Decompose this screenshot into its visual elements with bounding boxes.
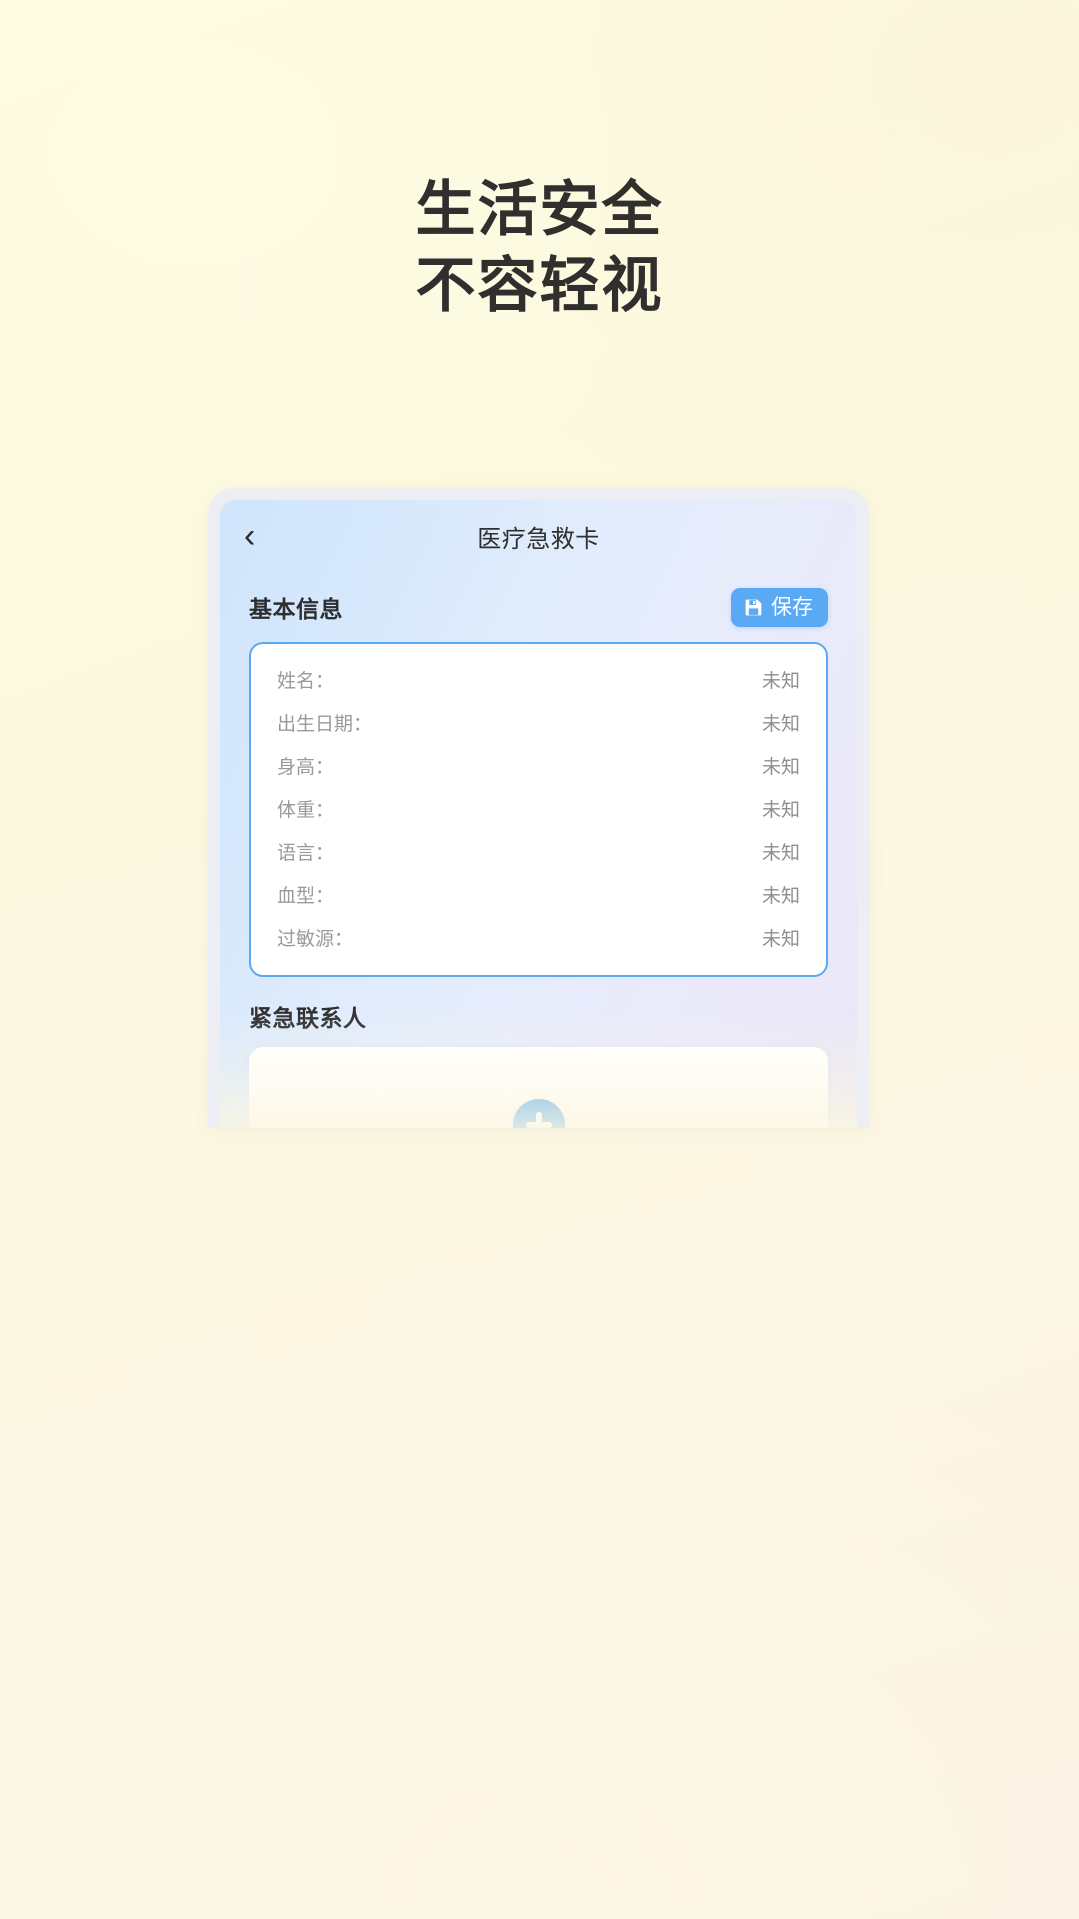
table-row[interactable]: 出生日期： 未知 <box>277 701 800 744</box>
basic-info-card: 姓名： 未知 出生日期： 未知 身高： 未知 体重： 未知 语言： 未知 血型：… <box>249 642 828 977</box>
save-floppy-icon <box>743 597 764 618</box>
emergency-contacts-card <box>249 1047 828 1128</box>
table-row[interactable]: 体重： 未知 <box>277 787 800 830</box>
row-value: 未知 <box>761 671 800 692</box>
promo-headline: 生活安全 不容轻视 <box>0 172 1079 324</box>
phone-screen: ‹ 医疗急救卡 基本信息 保存 姓名： 未知 出生日期： 未知 身高： 未知 体… <box>220 500 857 1128</box>
page-title: 医疗急救卡 <box>477 525 600 553</box>
row-label: 过敏源： <box>277 929 354 950</box>
basic-info-section-header: 基本信息 保存 <box>249 586 828 628</box>
add-contact-button[interactable] <box>512 1098 565 1128</box>
table-row[interactable]: 身高： 未知 <box>277 744 800 787</box>
row-value: 未知 <box>761 843 800 864</box>
emergency-contacts-title: 紧急联系人 <box>249 1005 367 1031</box>
app-content: 基本信息 保存 姓名： 未知 出生日期： 未知 身高： 未知 体重： 未知 语言… <box>220 586 857 1128</box>
row-value: 未知 <box>761 757 800 778</box>
row-value: 未知 <box>761 714 800 735</box>
table-row[interactable]: 过敏源： 未知 <box>277 916 800 959</box>
row-label: 血型： <box>277 886 335 907</box>
row-label: 出生日期： <box>277 714 373 735</box>
row-label: 语言： <box>277 843 335 864</box>
row-value: 未知 <box>761 929 800 950</box>
table-row[interactable]: 血型： 未知 <box>277 873 800 916</box>
table-row[interactable]: 语言： 未知 <box>277 830 800 873</box>
row-value: 未知 <box>761 886 800 907</box>
headline-line-2: 不容轻视 <box>415 252 664 320</box>
row-value: 未知 <box>761 800 800 821</box>
table-row[interactable]: 姓名： 未知 <box>277 658 800 701</box>
row-label: 体重： <box>277 800 335 821</box>
app-navbar: ‹ 医疗急救卡 <box>220 500 857 572</box>
basic-info-title: 基本信息 <box>249 596 343 622</box>
headline-line-1: 生活安全 <box>415 176 664 243</box>
save-button-label: 保存 <box>771 595 813 619</box>
save-button[interactable]: 保存 <box>731 587 828 627</box>
row-label: 身高： <box>277 757 335 778</box>
plus-circle-icon <box>525 1111 552 1128</box>
row-label: 姓名： <box>277 671 335 692</box>
phone-mockup-frame: ‹ 医疗急救卡 基本信息 保存 姓名： 未知 出生日期： 未知 身高： 未知 体… <box>208 488 869 1128</box>
